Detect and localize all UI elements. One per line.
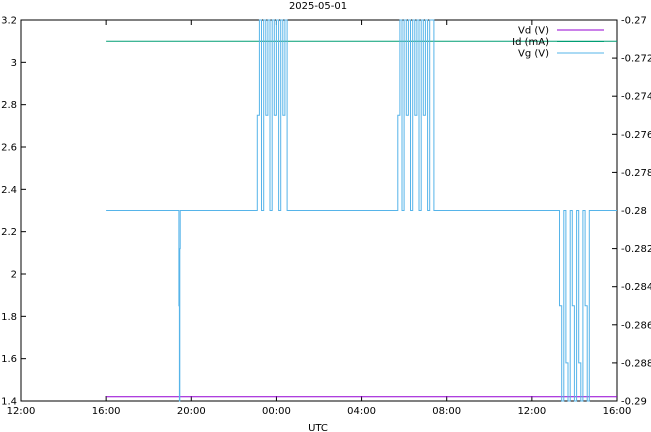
- chart-title: 2025-05-01: [289, 1, 347, 12]
- series-layer: [106, 19, 617, 402]
- y-left-tick-label: 2: [11, 270, 17, 281]
- y-right-tick-label: -0.286: [621, 320, 651, 331]
- x-tick-label: 12:00: [517, 406, 546, 417]
- y-left-tick-label: 3: [11, 58, 17, 69]
- y-left-tick-label: 2.2: [1, 227, 17, 238]
- y-right-tick-label: -0.27: [621, 16, 647, 27]
- x-tick-label: 12:00: [7, 406, 36, 417]
- legend-label: Vd (V): [518, 26, 549, 37]
- y-right-tick-label: -0.272: [621, 54, 651, 65]
- y-right-tick-label: -0.288: [621, 358, 651, 369]
- x-tick-label: 00:00: [262, 406, 291, 417]
- y-right-tick-label: -0.284: [621, 282, 651, 293]
- y-right-tick-label: -0.276: [621, 130, 651, 141]
- y-left-tick-label: 1.6: [1, 354, 17, 365]
- y-right-tick-label: -0.282: [621, 244, 651, 255]
- y-right-tick-label: -0.274: [621, 92, 651, 103]
- x-tick-label: 04:00: [347, 406, 376, 417]
- y-left-tick-label: 2.8: [1, 100, 17, 111]
- chart: 2025-05-01 1.41.61.822.22.42.62.833.2 -0…: [1, 1, 651, 432]
- x-axis: 12:00 16:00 20:00 00:00 04:00 08:00 12:00 16:00: [7, 20, 632, 417]
- series-line-2: [106, 19, 617, 402]
- legend-label: Vg (V): [518, 49, 549, 60]
- x-tick-label: 20:00: [177, 406, 206, 417]
- x-axis-label: UTC: [308, 423, 328, 432]
- y-right-tick-label: -0.28: [621, 206, 647, 217]
- x-tick-label: 16:00: [603, 406, 632, 417]
- legend: Vd (V)Id (mA)Vg (V): [512, 26, 604, 60]
- y-axis-right: -0.29-0.288-0.286-0.284-0.282-0.28-0.278…: [612, 16, 651, 408]
- y-left-tick-label: 2.6: [1, 143, 17, 154]
- x-tick-label: 16:00: [92, 406, 121, 417]
- y-left-tick-label: 2.4: [1, 185, 17, 196]
- y-right-tick-label: -0.278: [621, 168, 651, 179]
- y-left-tick-label: 3.2: [1, 16, 17, 27]
- x-tick-label: 08:00: [432, 406, 461, 417]
- legend-label: Id (mA): [512, 37, 549, 48]
- y-axis-left: 1.41.61.822.22.42.62.833.2: [1, 16, 26, 408]
- y-left-tick-label: 1.8: [1, 312, 17, 323]
